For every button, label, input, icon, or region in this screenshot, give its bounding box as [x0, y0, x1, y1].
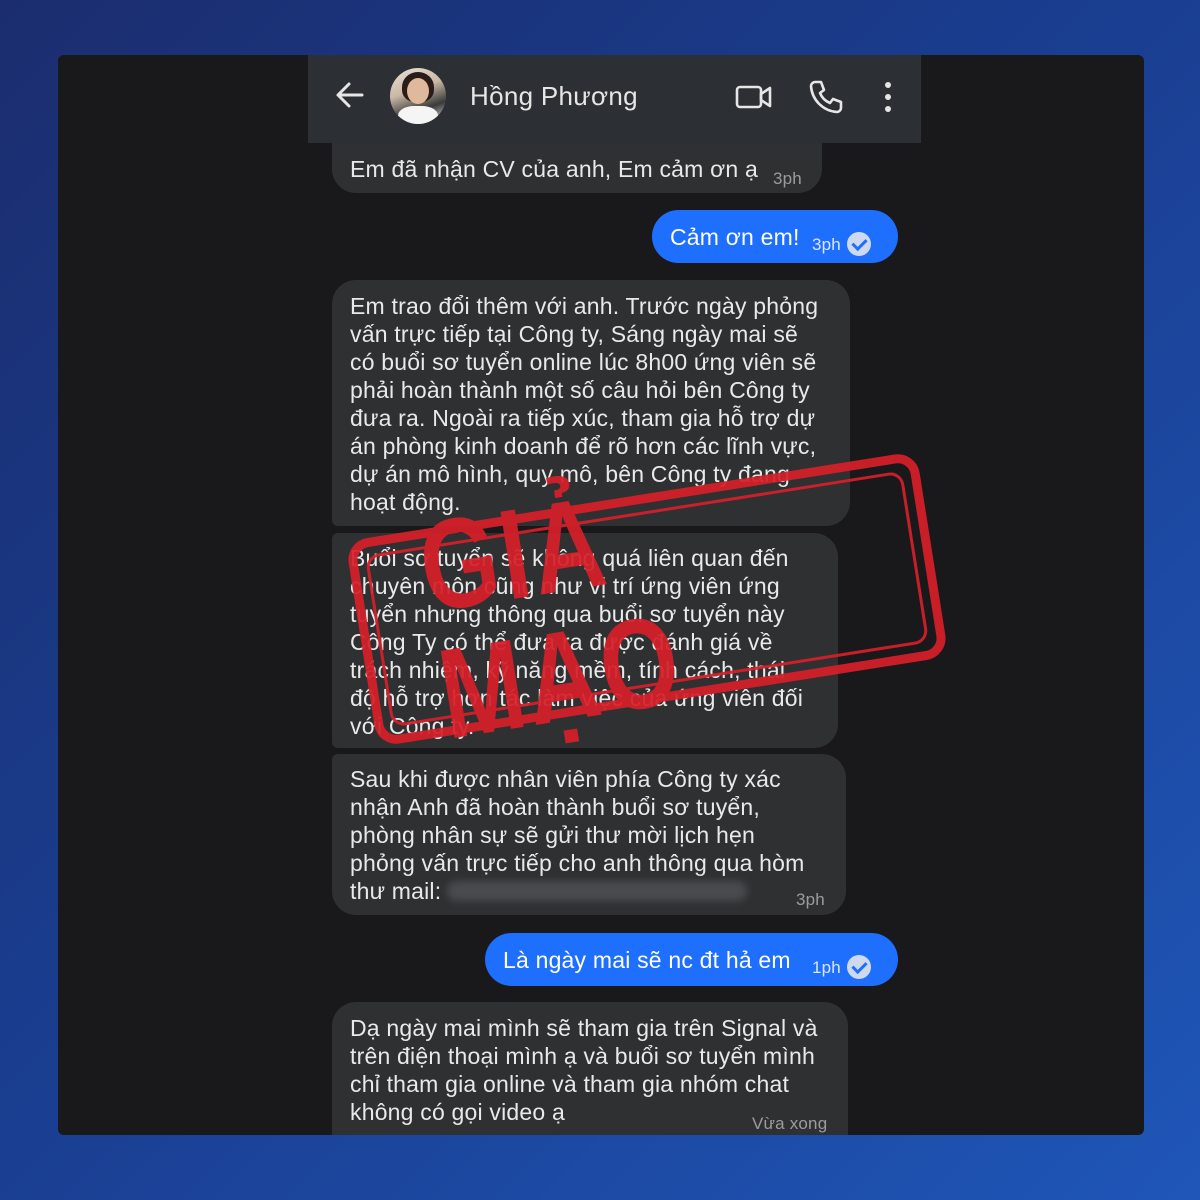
message-line: án phòng kinh doanh để rõ hơn các lĩnh v…: [350, 433, 817, 459]
message-line: đưa ra. Ngoài ra tiếp xúc, tham gia hỗ t…: [350, 405, 816, 431]
chat-window: Hồng Phương Em đã nhận CV của anh, Em cả…: [58, 55, 1144, 1135]
message-outgoing[interactable]: Là ngày mai sẽ nc đt hả em 1ph: [485, 933, 898, 986]
message-text: Em đã nhận CV của anh, Em cảm ơn ạ: [350, 156, 758, 182]
seen-check-icon: [846, 955, 871, 979]
chat-header: Hồng Phương: [308, 55, 921, 143]
redacted-email: [447, 881, 748, 901]
message-text: Là ngày mai sẽ nc đt hả em: [503, 947, 791, 973]
message-incoming[interactable]: Buổi sơ tuyển sẽ không quá liên quan đến…: [332, 533, 838, 748]
message-incoming[interactable]: Em đã nhận CV của anh, Em cảm ơn ạ 3ph: [332, 143, 822, 193]
phone-icon[interactable]: [806, 77, 846, 117]
message-line: dự án mô hình, quy mô, bên Công ty đang: [350, 461, 791, 487]
message-line: nhận Anh đã hoàn thành buổi sơ tuyển,: [350, 794, 760, 820]
message-outgoing[interactable]: Cảm ơn em! 3ph: [652, 210, 898, 263]
message-line: phải hoàn thành một số câu hỏi bên Công …: [350, 377, 810, 403]
message-line: thư mail:: [350, 878, 442, 904]
message-incoming[interactable]: Em trao đổi thêm với anh. Trước ngày phỏ…: [332, 280, 850, 526]
video-call-icon[interactable]: [734, 77, 774, 117]
message-time: 3ph: [812, 235, 841, 254]
message-line: Sau khi được nhân viên phía Công ty xác: [350, 766, 781, 792]
message-line: phỏng vấn trực tiếp cho anh thông qua hò…: [350, 850, 805, 876]
message-line: phòng nhân sự sẽ gửi thư mời lịch hẹn: [350, 822, 755, 848]
message-line: Em trao đổi thêm với anh. Trước ngày phỏ…: [350, 293, 819, 319]
message-incoming[interactable]: Dạ ngày mai mình sẽ tham gia trên Signal…: [332, 1002, 848, 1135]
more-vertical-icon[interactable]: [868, 77, 908, 117]
back-arrow-icon[interactable]: [332, 77, 368, 113]
message-time: 3ph: [773, 169, 802, 188]
message-incoming[interactable]: Sau khi được nhân viên phía Công ty xác …: [332, 754, 846, 915]
message-text: Cảm ơn em!: [670, 224, 800, 250]
message-time: 1ph: [812, 958, 841, 977]
message-line: tuyển nhưng thông qua buổi sơ tuyển này: [350, 601, 785, 627]
message-line: vấn trực tiếp tại Công ty, Sáng ngày mai…: [350, 321, 799, 347]
message-line: trách nhiệm, kỹ năng mềm, tính cách, thá…: [350, 657, 786, 683]
message-line: không có gọi video ạ: [350, 1099, 565, 1125]
message-line: chỉ tham gia online và tham gia nhóm cha…: [350, 1071, 790, 1097]
message-time: 3ph: [796, 890, 825, 909]
message-line: Công Ty có thể đưa ra được đánh giá về: [350, 629, 773, 655]
message-line: trên điện thoại mình ạ và buổi sơ tuyển …: [350, 1043, 815, 1069]
message-line: chuyên môn cũng như vị trí ứng viên ứng: [350, 573, 780, 599]
message-line: Dạ ngày mai mình sẽ tham gia trên Signal…: [350, 1015, 818, 1041]
message-line: độ hỗ trợ hơn tác làm việc của ứng viên …: [350, 685, 804, 711]
seen-check-icon: [846, 232, 871, 256]
message-time: Vừa xong: [752, 1114, 828, 1133]
message-line: Buổi sơ tuyển sẽ không quá liên quan đến: [350, 545, 789, 571]
message-line: với Công ty.: [350, 713, 475, 739]
message-line: có buổi sơ tuyển online lúc 8h00 ứng viê…: [350, 349, 817, 375]
avatar[interactable]: [390, 68, 446, 124]
message-line: hoạt động.: [350, 489, 461, 515]
contact-name[interactable]: Hồng Phương: [470, 81, 638, 112]
